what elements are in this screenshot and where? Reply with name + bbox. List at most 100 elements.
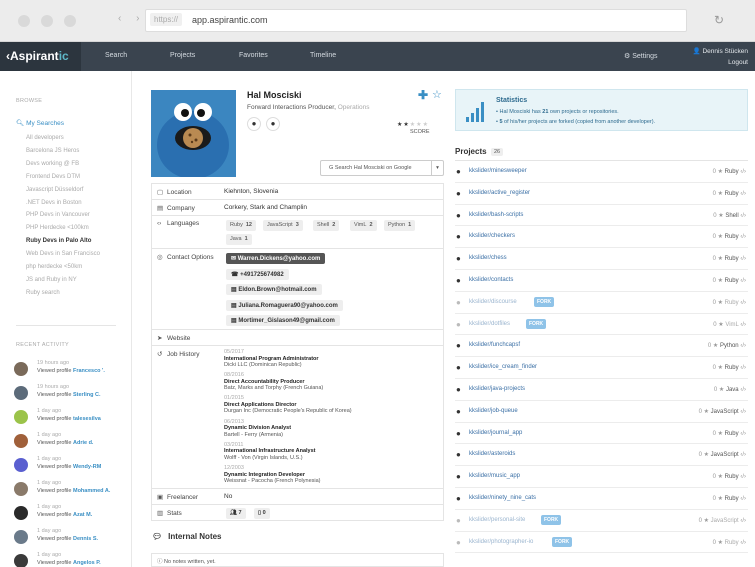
project-name[interactable]: kkslider/contacts [469,277,513,283]
project-name[interactable]: kkslider/java-projects [469,386,525,392]
github-icon[interactable]: ● [247,117,261,131]
activity-item[interactable]: 1 day ago Viewed profile Mohammed A. [14,480,129,502]
project-row[interactable]: ● kkslider/personal-site FORK 0 ★ JavaScrip… [455,510,748,532]
nav-timeline[interactable]: Timeline [310,52,336,59]
reload-icon[interactable]: ↻ [714,13,724,27]
project-row[interactable]: ● kkslider/music_app 0 ★ Ruby ‹/› [455,466,748,488]
saved-search-item[interactable]: Javascript Düsseldorf [26,187,83,193]
project-row[interactable]: ● kkslider/contacts 0 ★ Ruby ‹/› [455,270,748,292]
project-row[interactable]: ● kkslider/minesweeper 0 ★ Ruby ‹/› [455,161,748,183]
project-name[interactable]: kkslider/dotfiles [469,321,510,327]
activity-item[interactable]: 1 day ago Viewed profile talesesilva [14,408,129,430]
activity-profile-link[interactable]: Francesco '. [73,368,105,374]
user-name[interactable]: 👤 Dennis Stücken [690,46,748,57]
project-name[interactable]: kkslider/funchcapsf [469,342,520,348]
saved-search-item[interactable]: PHP Devs in Vancouver [26,212,90,218]
github-icon[interactable]: ● [266,117,280,131]
saved-search-item[interactable]: Web Devs in San Francisco [26,251,100,257]
project-name[interactable]: kkslider/active_register [469,190,530,196]
window-minimize-dot[interactable] [41,15,53,27]
activity-profile-link[interactable]: Wendy-RM [73,464,101,470]
project-row[interactable]: ● kkslider/chess 0 ★ Ruby ‹/› [455,248,748,270]
contact-option[interactable]: ▤ Eldon.Brown@hotmail.com [226,284,322,295]
activity-item[interactable]: 19 hours ago Viewed profile Sterling C. [14,384,129,406]
activity-profile-link[interactable]: talesesilva [73,416,101,422]
activity-profile-link[interactable]: Angelos P. [73,560,101,566]
logout-link[interactable]: Logout [690,57,748,68]
activity-profile-link[interactable]: Mohammed A. [73,488,110,494]
saved-search-item[interactable]: .NET Devs in Boston [26,200,82,206]
address-bar[interactable]: https:// app.aspirantic.com [145,9,687,32]
contact-option[interactable]: ☎ +491725674982 [226,268,289,280]
search-icon: 🔍︎ [16,120,25,127]
activity-item[interactable]: 19 hours ago Viewed profile Francesco '. [14,360,129,382]
add-icon[interactable]: ✚ [418,88,428,102]
saved-search-item[interactable]: JS and Ruby in NY [26,277,77,283]
project-row[interactable]: ● kkslider/active_register 0 ★ Ruby ‹/› [455,183,748,205]
nav-search[interactable]: Search [105,52,127,59]
saved-search-item[interactable]: Devs working @ FB [26,161,79,167]
project-row[interactable]: ● kkslider/asteroids 0 ★ JavaScript ‹/› [455,444,748,467]
project-name[interactable]: kkslider/ninety_nine_cats [469,495,536,501]
project-row[interactable]: ● kkslider/bash-scripts 0 ★ Shell ‹/› [455,205,748,227]
my-searches-link[interactable]: 🔍︎ My Searches [16,119,64,127]
project-row[interactable]: ● kkslider/ninety_nine_cats 0 ★ Ruby ‹/› [455,488,748,510]
project-name[interactable]: kkslider/photographer-io [469,539,533,545]
project-name[interactable]: kkslider/music_app [469,473,520,479]
activity-item[interactable]: 1 day ago Viewed profile Wendy-RM [14,456,129,478]
contact-option[interactable]: ▤ Mortimer_Gislason49@gmail.com [226,315,340,326]
statistics-line-1: • Hal Mosciski has 21 own projects or re… [496,109,619,115]
saved-search-item[interactable]: PHP Herdecke <100km [26,225,89,231]
project-name[interactable]: kkslider/discourse [469,299,517,305]
activity-profile-link[interactable]: Sterling C. [73,392,101,398]
window-close-dot[interactable] [18,15,30,27]
activity-item[interactable]: 1 day ago Viewed profile Angelos P. [14,552,129,567]
project-name[interactable]: kkslider/personal-site [469,517,525,523]
project-row[interactable]: ● kkslider/java-projects 0 ★ Java ‹/› [455,379,748,401]
statistics-panel: Statistics • Hal Mosciski has 21 own pro… [455,89,748,131]
saved-search-item[interactable]: Ruby search [26,290,60,296]
contact-option[interactable]: ✉ Warren.Dickens@yahoo.com [226,253,326,264]
window-maximize-dot[interactable] [64,15,76,27]
project-row[interactable]: ● kkslider/discourse FORK 0 ★ Ruby ‹/› [455,292,748,314]
project-language: Python [719,343,739,350]
project-row[interactable]: ● kkslider/ice_cream_finder 0 ★ Ruby ‹/› [455,357,748,379]
saved-search-item[interactable]: php herdecke <50km [26,264,82,270]
project-row[interactable]: ● kkslider/checkers 0 ★ Ruby ‹/› [455,226,748,249]
contact-option[interactable]: ▤ Juliana.Romaguera90@yahoo.com [226,299,343,311]
nav-arrows-icon[interactable]: ‹ › [118,13,145,24]
activity-profile-link[interactable]: Adrie d. [73,440,93,446]
project-row[interactable]: ● kkslider/photographer-io FORK 0 ★ Ruby ‹/… [455,532,748,554]
settings-link[interactable]: ⚙ Settings [624,52,658,60]
activity-profile-link[interactable]: Dennis S. [73,536,98,542]
activity-item[interactable]: 1 day ago Viewed profile Azat M. [14,504,129,526]
project-row[interactable]: ● kkslider/dotfiles FORK 0 ★ VimL ‹/› [455,314,748,336]
favorite-star-icon[interactable]: ☆ [432,88,442,101]
project-row[interactable]: ● kkslider/journal_app 0 ★ Ruby ‹/› [455,423,748,445]
saved-search-item[interactable]: Barcelona JS Heros [26,148,79,154]
saved-search-item[interactable]: Frontend Devs DTM [26,174,80,180]
github-icon: ● [456,515,461,525]
project-name[interactable]: kkslider/checkers [469,233,515,239]
project-name[interactable]: kkslider/ice_cream_finder [469,364,537,370]
saved-search-item[interactable]: Ruby Devs in Palo Alto [26,238,91,244]
logo[interactable]: ‹Aspirantic [0,42,81,71]
code-icon: ‹/› [738,343,746,350]
activity-item[interactable]: 1 day ago Viewed profile Adrie d. [14,432,129,454]
nav-favorites[interactable]: Favorites [239,52,268,59]
saved-search-item[interactable]: All developers [26,135,64,141]
chevron-down-icon[interactable]: ▾ [431,161,443,175]
project-name[interactable]: kkslider/chess [469,255,507,261]
project-name[interactable]: kkslider/journal_app [469,430,522,436]
project-name[interactable]: kkslider/minesweeper [469,168,527,174]
nav-projects[interactable]: Projects [170,52,195,59]
project-name[interactable]: kkslider/asteroids [469,451,515,457]
activity-item[interactable]: 1 day ago Viewed profile Dennis S. [14,528,129,550]
project-row[interactable]: ● kkslider/job-queue 0 ★ JavaScript ‹/› [455,401,748,423]
project-row[interactable]: ● kkslider/funchcapsf 0 ★ Python ‹/› [455,335,748,358]
activity-profile-link[interactable]: Azat M. [73,512,92,518]
code-icon: ‹/› [738,430,746,437]
project-name[interactable]: kkslider/job-queue [469,408,518,414]
google-search-button[interactable]: G Search Hal Mosciski on Google ▾ [320,160,444,176]
project-name[interactable]: kkslider/bash-scripts [469,212,523,218]
